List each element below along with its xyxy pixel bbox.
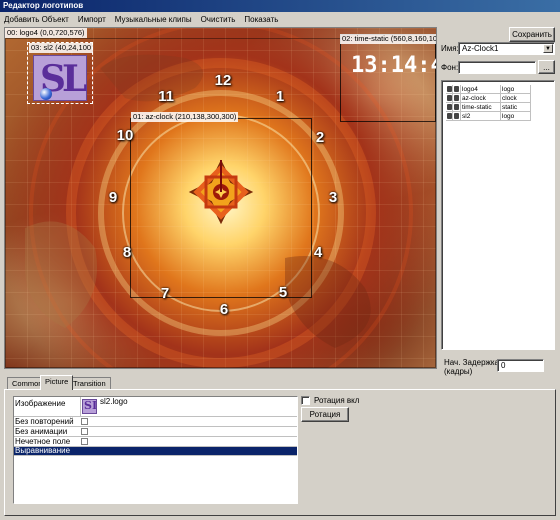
clock-number-5: 5 <box>278 284 288 301</box>
layer-type: logo <box>501 85 531 93</box>
visibility-icon[interactable] <box>446 94 453 102</box>
property-row-image[interactable]: Изображение SL sl2.logo <box>14 397 297 417</box>
background-input[interactable] <box>458 61 536 74</box>
time-static-label: 02: time-static (560,8,160,10 <box>340 34 436 44</box>
property-row-no-animation[interactable]: Без анимации <box>14 427 297 437</box>
no-repeat-checkbox[interactable] <box>81 418 88 425</box>
menu-bar: Добавить Объект Импорт Музыкальные клипы… <box>0 12 560 26</box>
odd-field-checkbox[interactable] <box>81 438 88 445</box>
preview-canvas[interactable]: 00: logo4 (0,0,720,576) 03: sl2 (40,24,1… <box>4 27 437 369</box>
lock-icon[interactable] <box>453 85 461 93</box>
browse-button[interactable]: ... <box>538 60 555 74</box>
layer-name: logo4 <box>461 85 501 93</box>
clock-number-6: 6 <box>219 301 229 318</box>
layer-row[interactable]: logo4 logo <box>446 85 531 94</box>
sl2-label: 03: sl2 (40,24,100 <box>29 43 94 53</box>
layer-name: sl2 <box>461 112 501 120</box>
property-grid[interactable]: Изображение SL sl2.logo Без повторений Б… <box>13 396 298 504</box>
menu-show[interactable]: Показать <box>244 15 278 24</box>
layer-row[interactable]: az-clock clock <box>446 94 531 103</box>
menu-import[interactable]: Импорт <box>78 15 106 24</box>
name-combobox-value: Az-Clock1 <box>462 44 499 53</box>
layer-name: az-clock <box>461 94 501 102</box>
tab-picture[interactable]: Picture <box>40 375 74 390</box>
start-delay-label: Нач. Задержка <box>444 358 499 367</box>
lock-icon[interactable] <box>453 112 461 120</box>
visibility-icon[interactable] <box>446 103 453 111</box>
start-delay-unit-label: (кадры) <box>444 367 473 376</box>
layers-table: logo4 logo az-clock clock time-static st… <box>446 85 531 121</box>
name-combobox[interactable]: Az-Clock1 ▼ <box>458 42 555 55</box>
layer-type: static <box>501 103 531 111</box>
menu-clear[interactable]: Очистить <box>201 15 236 24</box>
property-key: Без повторений <box>15 417 74 426</box>
column-divider <box>80 397 81 416</box>
image-thumbnail: SL <box>82 399 97 414</box>
clock-number-11: 11 <box>158 88 174 105</box>
start-delay-input[interactable]: 0 <box>497 359 544 372</box>
layers-list[interactable]: logo4 logo az-clock clock time-static st… <box>441 80 555 350</box>
sl-logo[interactable]: SL <box>33 55 87 101</box>
clock-number-9: 9 <box>108 189 118 206</box>
rotation-checkbox-label: Ротация вкл <box>314 396 360 405</box>
save-button[interactable]: Сохранить <box>509 27 555 42</box>
image-thumbnail-text: SL <box>84 399 96 412</box>
clock-number-4: 4 <box>313 244 323 261</box>
image-file-value[interactable]: sl2.logo <box>100 397 128 406</box>
menu-music-clips[interactable]: Музыкальные клипы <box>115 15 192 24</box>
visibility-icon[interactable] <box>446 85 453 93</box>
time-static-frame[interactable] <box>340 34 436 122</box>
name-label: Имя: <box>441 44 459 53</box>
rotation-checkbox[interactable] <box>301 396 310 405</box>
rotation-button[interactable]: Ротация <box>301 407 349 422</box>
layer-row[interactable]: sl2 logo <box>446 112 531 121</box>
property-row-no-repeat[interactable]: Без повторений <box>14 417 297 427</box>
logo4-label: 00: logo4 (0,0,720,576) <box>5 28 87 38</box>
sl-logo-globe-icon <box>40 88 52 100</box>
window-title: Редактор логотипов <box>0 0 560 12</box>
clock-number-2: 2 <box>315 129 325 146</box>
clock-number-12: 12 <box>214 72 232 89</box>
property-key: Нечетное поле <box>15 437 71 446</box>
clock-number-10: 10 <box>116 127 134 144</box>
property-key: Без анимации <box>15 427 68 436</box>
clock-number-3: 3 <box>328 189 338 206</box>
clock-number-1: 1 <box>275 88 285 105</box>
property-key: Изображение <box>15 399 66 408</box>
layer-row[interactable]: time-static static <box>446 103 531 112</box>
time-display: 13:14:45 <box>351 53 436 78</box>
property-row-alignment[interactable]: Выравнивание <box>14 446 297 456</box>
property-key: Выравнивание <box>15 446 71 455</box>
clock-emblem-icon <box>188 159 254 225</box>
lock-icon[interactable] <box>453 94 461 102</box>
no-animation-checkbox[interactable] <box>81 428 88 435</box>
clock-number-8: 8 <box>122 244 132 261</box>
lock-icon[interactable] <box>453 103 461 111</box>
layer-name: time-static <box>461 103 501 111</box>
layer-type: clock <box>501 94 531 102</box>
az-clock-label: 01: az-clock (210,138,300,300) <box>131 112 239 122</box>
menu-add-object[interactable]: Добавить Объект <box>4 15 69 24</box>
clock-number-7: 7 <box>160 285 170 302</box>
chevron-down-icon[interactable]: ▼ <box>543 44 553 53</box>
background-label: Фон: <box>441 63 459 72</box>
visibility-icon[interactable] <box>446 112 453 120</box>
layer-type: logo <box>501 112 531 120</box>
